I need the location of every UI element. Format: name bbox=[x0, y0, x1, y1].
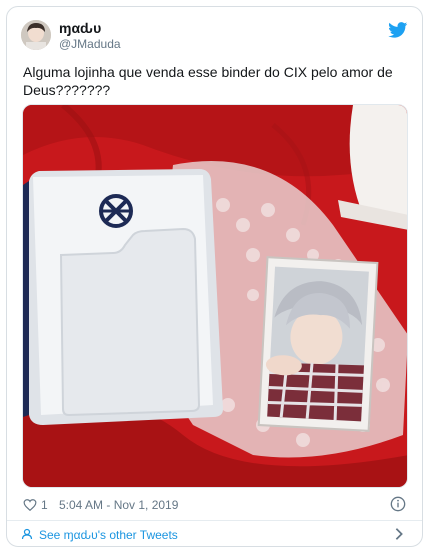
other-tweets-link[interactable]: See ɱαԃυ's other Tweets bbox=[21, 525, 408, 545]
chevron-right-icon[interactable] bbox=[394, 527, 404, 541]
divider bbox=[7, 520, 422, 521]
heart-icon[interactable] bbox=[23, 498, 37, 512]
display-name[interactable]: ɱαԃυ bbox=[59, 20, 121, 36]
tweet-header: ɱαԃυ @JMaduda bbox=[21, 20, 408, 60]
user-names[interactable]: ɱαԃυ @JMaduda bbox=[59, 20, 121, 52]
tweet-text: Alguma lojinha que venda esse binder do … bbox=[23, 64, 393, 98]
tweet-card: ɱαԃυ @JMaduda Alguma lojinha que venda e… bbox=[6, 6, 423, 547]
other-tweets-label[interactable]: See ɱαԃυ's other Tweets bbox=[39, 528, 178, 542]
avatar[interactable] bbox=[21, 20, 51, 50]
tweet-photo[interactable] bbox=[22, 104, 408, 488]
user-handle[interactable]: @JMaduda bbox=[59, 36, 121, 52]
tweet-timestamp[interactable]: 5:04 AM - Nov 1, 2019 bbox=[59, 498, 178, 512]
info-icon[interactable] bbox=[390, 496, 406, 512]
twitter-bird-icon[interactable] bbox=[388, 22, 408, 38]
like-count[interactable]: 1 bbox=[41, 498, 48, 512]
tweet-actions: 1 5:04 AM - Nov 1, 2019 bbox=[23, 496, 406, 516]
user-icon bbox=[21, 528, 33, 540]
